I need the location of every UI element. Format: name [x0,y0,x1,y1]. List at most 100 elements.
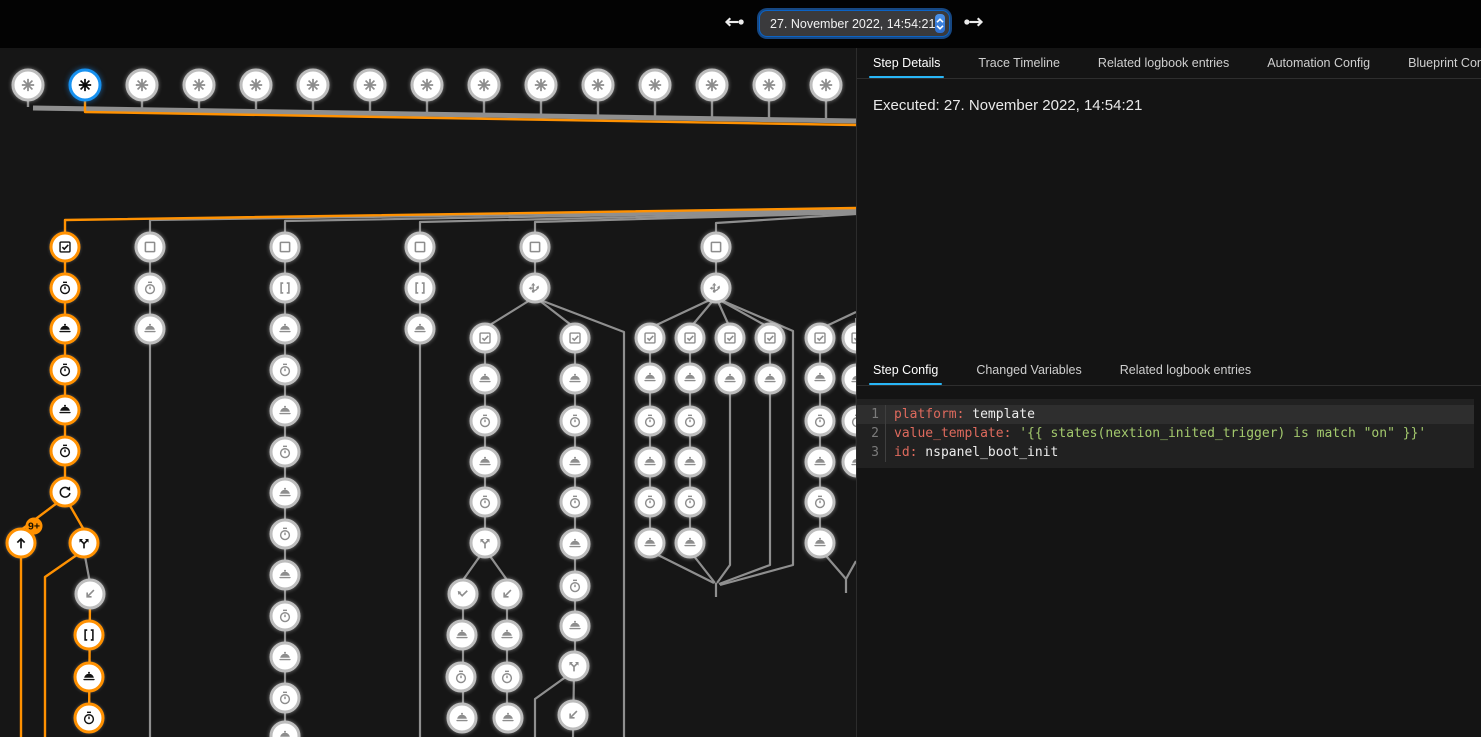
service-node[interactable] [635,447,666,478]
timer-node[interactable] [675,406,706,437]
checkbox-marked-node[interactable] [635,323,666,354]
code-line[interactable]: 1platform: template [857,405,1474,424]
service-node[interactable] [805,447,836,478]
code-line[interactable]: 3id: nspanel_boot_init [857,443,1474,462]
timer-node[interactable] [50,273,81,304]
timer-node[interactable] [635,487,666,518]
decision-node[interactable] [520,273,551,304]
trigger-asterisk-node[interactable] [582,69,615,102]
trigger-asterisk-node[interactable] [12,69,45,102]
timer-node[interactable] [805,487,836,518]
timer-node[interactable] [470,487,501,518]
next-run-button[interactable] [962,11,988,37]
service-node[interactable] [74,662,105,693]
checkbox-marked-node[interactable] [755,323,786,354]
service-node[interactable] [447,703,478,734]
tab-automation-config[interactable]: Automation Config [1267,48,1370,78]
timer-node[interactable] [492,662,523,693]
trigger-asterisk-node[interactable] [297,69,330,102]
timer-node[interactable] [560,487,591,518]
repeat-node[interactable] [50,477,81,508]
service-node[interactable] [470,447,501,478]
timer-node[interactable] [446,662,477,693]
arrow-down-left-node[interactable] [558,700,589,731]
service-node[interactable] [135,314,166,345]
trigger-asterisk-node[interactable] [69,69,102,102]
run-select[interactable]: 27. November 2022, 14:54:21 [760,11,949,36]
trigger-asterisk-node[interactable] [240,69,273,102]
service-node[interactable] [470,364,501,395]
service-node[interactable] [270,314,301,345]
split-node[interactable] [69,528,100,559]
checkbox-marked-node[interactable] [470,323,501,354]
trigger-asterisk-node[interactable] [411,69,444,102]
brackets-node[interactable] [74,620,105,651]
service-node[interactable] [560,447,591,478]
tab-step-details[interactable]: Step Details [873,48,940,78]
trigger-asterisk-node[interactable] [753,69,786,102]
service-node[interactable] [755,364,786,395]
code-line[interactable]: 2value_template: '{{ states(nextion_init… [857,424,1474,443]
tab-blueprint-config[interactable]: Blueprint Config [1408,48,1481,78]
tab-related-logbook-entries[interactable]: Related logbook entries [1120,355,1251,385]
split-node[interactable] [559,651,590,682]
checkbox-marked-node[interactable] [675,323,706,354]
trigger-asterisk-node[interactable] [183,69,216,102]
tab-trace-timeline[interactable]: Trace Timeline [978,48,1060,78]
trigger-asterisk-node[interactable] [525,69,558,102]
service-node[interactable] [675,363,706,394]
trigger-asterisk-node[interactable] [639,69,672,102]
service-node[interactable] [270,396,301,427]
tab-related-logbook-entries[interactable]: Related logbook entries [1098,48,1229,78]
split-node[interactable] [470,528,501,559]
timer-node[interactable] [270,355,301,386]
service-node[interactable] [805,528,836,559]
brackets-node[interactable] [405,273,436,304]
checkbox-blank-node[interactable] [135,232,166,263]
previous-run-button[interactable] [720,11,746,37]
checkbox-blank-node[interactable] [701,232,732,263]
timer-node[interactable] [50,355,81,386]
timer-node[interactable] [135,273,166,304]
tab-changed-variables[interactable]: Changed Variables [976,355,1081,385]
trigger-asterisk-node[interactable] [468,69,501,102]
service-node[interactable] [270,560,301,591]
arrow-down-left-node[interactable] [492,579,523,610]
timer-node[interactable] [470,406,501,437]
service-node[interactable] [493,703,524,734]
trigger-asterisk-node[interactable] [810,69,843,102]
service-node[interactable] [560,529,591,560]
checkbox-blank-node[interactable] [270,232,301,263]
timer-node[interactable] [270,683,301,714]
timer-node[interactable] [635,406,666,437]
service-node[interactable] [675,447,706,478]
checkbox-marked-node[interactable] [560,323,591,354]
service-node[interactable] [492,620,523,651]
check-arrow-node[interactable] [448,579,479,610]
service-node[interactable] [675,528,706,559]
tab-step-config[interactable]: Step Config [873,355,938,385]
checkbox-marked-node[interactable] [715,323,746,354]
service-node[interactable] [405,314,436,345]
timer-node[interactable] [270,519,301,550]
timer-node[interactable] [50,436,81,467]
decision-node[interactable] [701,273,732,304]
trigger-asterisk-node[interactable] [696,69,729,102]
checkbox-blank-node[interactable] [405,232,436,263]
timer-node[interactable] [74,703,105,734]
service-node[interactable] [715,364,746,395]
service-node[interactable] [50,395,81,426]
timer-node[interactable] [560,571,591,602]
checkbox-marked-node[interactable] [805,323,836,354]
arrow-up-node[interactable]: 9+ [6,528,37,559]
timer-node[interactable] [270,437,301,468]
service-node[interactable] [635,363,666,394]
service-node[interactable] [805,363,836,394]
checkbox-blank-node[interactable] [520,232,551,263]
timer-node[interactable] [805,406,836,437]
checkbox-marked-node[interactable] [50,232,81,263]
timer-node[interactable] [675,487,706,518]
trigger-asterisk-node[interactable] [126,69,159,102]
arrow-down-left-node[interactable] [75,579,106,610]
service-node[interactable] [560,364,591,395]
